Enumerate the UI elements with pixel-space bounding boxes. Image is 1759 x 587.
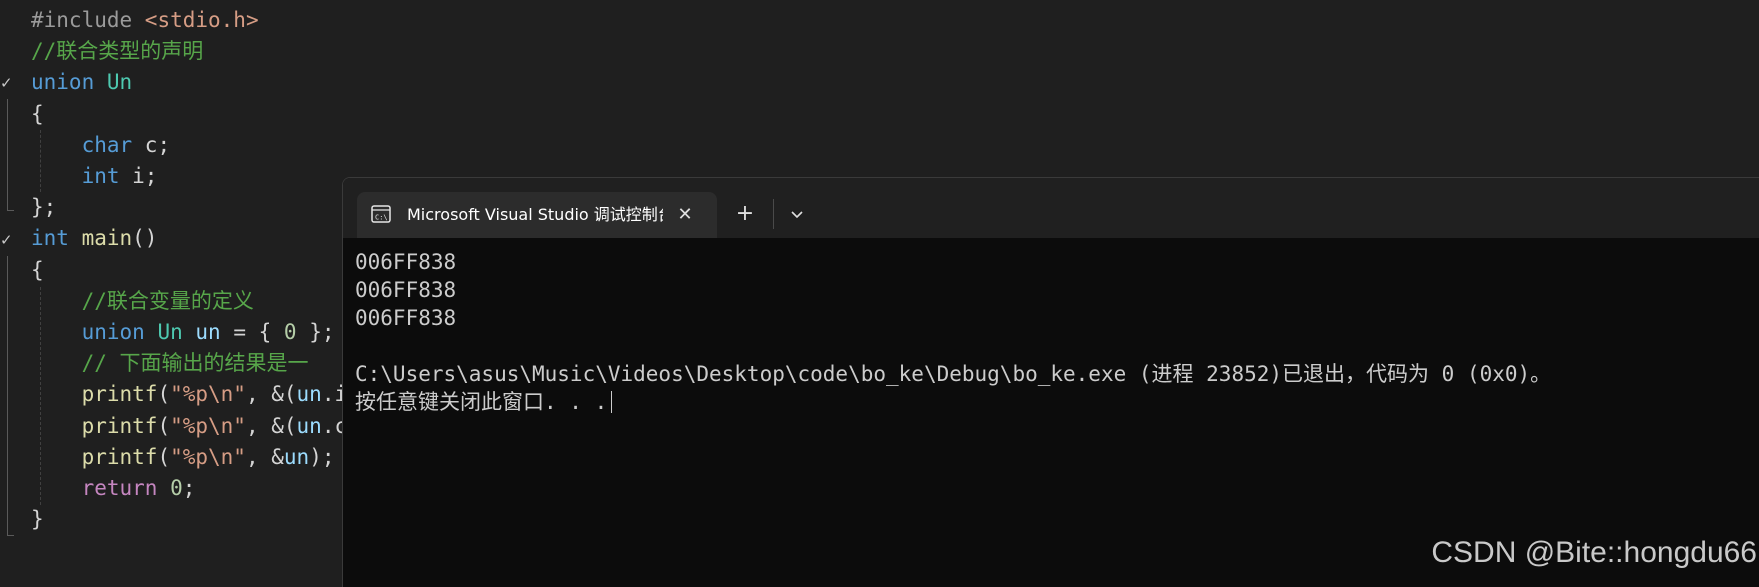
code-line[interactable]: printf("%p\n", &un); bbox=[31, 442, 335, 473]
code-line[interactable]: }; bbox=[31, 192, 56, 223]
code-line[interactable]: union Un bbox=[31, 67, 132, 98]
chevron-down-icon[interactable] bbox=[779, 196, 815, 232]
code-token: int bbox=[31, 226, 82, 251]
code-token: un bbox=[296, 382, 322, 407]
code-token: "%p\n" bbox=[170, 413, 246, 438]
code-line[interactable]: #include <stdio.h> bbox=[31, 5, 259, 36]
terminal-titlebar[interactable]: C:\ Microsoft Visual Studio 调试控制台 ✕ + bbox=[343, 178, 1759, 238]
code-token: return bbox=[81, 476, 171, 500]
code-token: un bbox=[296, 413, 322, 438]
code-token: } bbox=[31, 507, 44, 532]
svg-text:C:\: C:\ bbox=[375, 214, 388, 222]
code-token: }; bbox=[31, 195, 57, 220]
code-line[interactable]: // 下面输出的结果是一 bbox=[31, 348, 309, 379]
fold-guide-end bbox=[7, 535, 14, 536]
code-token: ; bbox=[182, 476, 196, 500]
code-token: un bbox=[283, 444, 310, 469]
output-line: 006FF838 bbox=[355, 278, 457, 302]
code-token: , &( bbox=[245, 413, 297, 438]
fold-guide-end bbox=[7, 210, 14, 211]
code-token: printf bbox=[81, 413, 158, 438]
code-line[interactable]: { bbox=[31, 99, 44, 130]
code-token: "%p\n" bbox=[170, 382, 246, 407]
text-cursor bbox=[611, 391, 613, 413]
fold-guide bbox=[7, 99, 8, 210]
close-icon[interactable]: ✕ bbox=[673, 203, 697, 227]
code-token: Un bbox=[106, 70, 133, 95]
code-token: union bbox=[81, 320, 158, 344]
code-token: // 下面输出的结果是一 bbox=[81, 351, 309, 376]
code-token: ); bbox=[309, 444, 335, 469]
code-token: printf bbox=[81, 444, 158, 469]
code-token: union bbox=[31, 70, 107, 95]
code-token: 0 bbox=[283, 320, 297, 344]
code-token: "%p\n" bbox=[170, 444, 246, 469]
code-token: () bbox=[132, 226, 158, 251]
new-tab-button[interactable]: + bbox=[727, 196, 763, 232]
indent-guide bbox=[40, 287, 41, 505]
output-line: 006FF838 bbox=[355, 306, 457, 330]
code-token: main bbox=[81, 226, 133, 251]
tab-title: Microsoft Visual Studio 调试控制台 bbox=[407, 205, 663, 224]
code-line[interactable]: union Un un = { 0 }; bbox=[31, 317, 335, 348]
code-token: { bbox=[31, 101, 44, 126]
code-token: int bbox=[81, 164, 133, 188]
code-line[interactable]: printf("%p\n", &(un.i bbox=[31, 379, 348, 410]
code-token: 0 bbox=[170, 476, 183, 500]
code-line[interactable]: int i; bbox=[31, 161, 158, 192]
code-token: <stdio.h> bbox=[144, 8, 259, 32]
fold-check-icon[interactable]: ✓ bbox=[0, 68, 14, 99]
code-token: }; bbox=[296, 320, 335, 344]
code-token: , &( bbox=[245, 382, 297, 407]
code-line[interactable]: int main() bbox=[31, 223, 157, 254]
console-output[interactable]: 006FF838 006FF838 006FF838 C:\Users\asus… bbox=[355, 248, 1755, 416]
code-token: un bbox=[195, 320, 221, 344]
prompt-text: 按任意键关闭此窗口. . . bbox=[355, 390, 608, 414]
code-token: { bbox=[31, 257, 44, 282]
code-line[interactable]: return 0; bbox=[31, 473, 196, 504]
output-line-with-cursor: 按任意键关闭此窗口. . . bbox=[355, 388, 1755, 416]
code-token: Un bbox=[157, 320, 196, 344]
output-line: C:\Users\asus\Music\Videos\Desktop\code\… bbox=[355, 362, 1552, 386]
code-token: c; bbox=[144, 132, 171, 157]
debug-console-window[interactable]: C:\ Microsoft Visual Studio 调试控制台 ✕ + 00… bbox=[342, 177, 1759, 587]
code-line[interactable]: { bbox=[31, 255, 44, 286]
fold-check-icon[interactable]: ✓ bbox=[0, 225, 14, 256]
code-token: char bbox=[81, 132, 145, 157]
indent-guide bbox=[40, 130, 41, 192]
code-token: //联合变量的定义 bbox=[81, 288, 254, 313]
code-token: #include bbox=[31, 8, 145, 32]
watermark: CSDN @Bite::hongdu66 bbox=[1431, 536, 1757, 569]
code-line[interactable]: char c; bbox=[31, 130, 171, 161]
code-line[interactable]: printf("%p\n", &(un.c bbox=[31, 411, 348, 442]
code-token: i; bbox=[132, 164, 158, 188]
code-line[interactable]: } bbox=[31, 504, 44, 535]
divider bbox=[773, 199, 774, 229]
fold-guide bbox=[7, 256, 8, 535]
code-token: ( bbox=[157, 382, 171, 407]
code-token: ( bbox=[157, 444, 171, 469]
code-token: printf bbox=[81, 382, 158, 407]
code-token: = { bbox=[220, 320, 284, 344]
terminal-icon: C:\ bbox=[371, 205, 391, 223]
output-line: 006FF838 bbox=[355, 250, 457, 274]
code-token: ( bbox=[157, 413, 171, 438]
console-tab[interactable]: C:\ Microsoft Visual Studio 调试控制台 ✕ bbox=[357, 192, 717, 238]
code-token: //联合类型的声明 bbox=[31, 39, 204, 64]
code-token: , & bbox=[245, 444, 284, 469]
code-line[interactable]: //联合变量的定义 bbox=[31, 286, 254, 317]
code-line[interactable]: //联合类型的声明 bbox=[31, 36, 203, 67]
